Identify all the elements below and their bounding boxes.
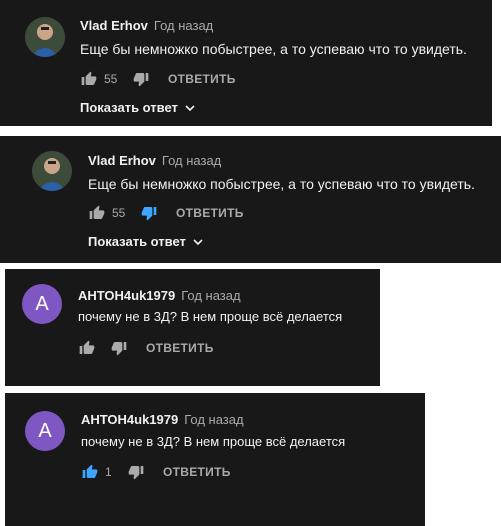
author-avatar[interactable] (25, 17, 65, 57)
comment-timestamp[interactable]: Год назад (154, 18, 213, 33)
thumbs-down-icon[interactable] (127, 463, 145, 481)
thumbs-up-icon[interactable] (80, 70, 98, 88)
thumbs-down-icon-active[interactable] (140, 204, 158, 222)
comment-author[interactable]: Vlad Erhov Год назад (88, 153, 221, 168)
like-count: 55 (104, 72, 118, 86)
comment-text: почему не в 3Д? В нем проще всё делается (81, 434, 346, 449)
reply-button[interactable]: ОТВЕТИТЬ (168, 72, 236, 86)
reply-button[interactable]: ОТВЕТИТЬ (163, 465, 231, 479)
comment-author[interactable]: АНТОН4uk1979 Год назад (78, 288, 241, 303)
author-name[interactable]: Vlad Erhov (80, 18, 148, 33)
comment-author[interactable]: Vlad Erhov Год назад (80, 18, 213, 33)
comment-text: почему не в 3Д? В нем проще всё делается (78, 309, 343, 324)
show-replies-label: Показать ответ (80, 100, 178, 115)
show-replies-button[interactable]: Показать ответ (80, 100, 196, 115)
chevron-down-icon (192, 236, 204, 248)
comment-actions: 1 ОТВЕТИТЬ (81, 462, 231, 482)
thumbs-up-icon[interactable] (88, 204, 106, 222)
avatar-letter: А (35, 292, 49, 315)
user-photo-avatar-icon (32, 151, 72, 191)
show-replies-button[interactable]: Показать ответ (88, 234, 204, 249)
reply-button[interactable]: ОТВЕТИТЬ (146, 341, 214, 355)
comment-card-4: А АНТОН4uk1979 Год назад почему не в 3Д? … (5, 393, 425, 526)
user-photo-avatar-icon (25, 17, 65, 57)
comment-card-3: А АНТОН4uk1979 Год назад почему не в 3Д? … (5, 269, 380, 386)
thumbs-down-icon[interactable] (110, 339, 128, 357)
author-name[interactable]: АНТОН4uk1979 (78, 288, 175, 303)
comment-timestamp[interactable]: Год назад (162, 153, 221, 168)
thumbs-up-icon-active[interactable] (81, 463, 99, 481)
comment-actions: 55 ОТВЕТИТЬ (88, 203, 244, 223)
thumbs-down-icon[interactable] (132, 70, 150, 88)
thumbs-up-icon[interactable] (78, 339, 96, 357)
show-replies-label: Показать ответ (88, 234, 186, 249)
comment-timestamp[interactable]: Год назад (184, 412, 243, 427)
comment-card-2: Vlad Erhov Год назад Еще бы немножко побы… (0, 136, 501, 263)
comment-actions: 55 ОТВЕТИТЬ (80, 69, 236, 89)
comment-text: Еще бы немножко побыстрее, а то успеваю … (80, 41, 467, 57)
like-count: 1 (105, 465, 112, 479)
author-name[interactable]: Vlad Erhov (88, 153, 156, 168)
author-name[interactable]: АНТОН4uk1979 (81, 412, 178, 427)
author-avatar[interactable] (32, 151, 72, 191)
like-count: 55 (112, 206, 126, 220)
comment-card-1: Vlad Erhov Год назад Еще бы немножко побы… (0, 0, 492, 126)
author-avatar[interactable]: А (25, 411, 65, 451)
comment-author[interactable]: АНТОН4uk1979 Год назад (81, 412, 244, 427)
comment-timestamp[interactable]: Год назад (181, 288, 240, 303)
chevron-down-icon (184, 102, 196, 114)
reply-button[interactable]: ОТВЕТИТЬ (176, 206, 244, 220)
comment-text: Еще бы немножко побыстрее, а то успеваю … (88, 176, 475, 192)
author-avatar[interactable]: А (22, 284, 62, 324)
comment-actions: ОТВЕТИТЬ (78, 338, 214, 358)
avatar-letter: А (38, 419, 52, 442)
